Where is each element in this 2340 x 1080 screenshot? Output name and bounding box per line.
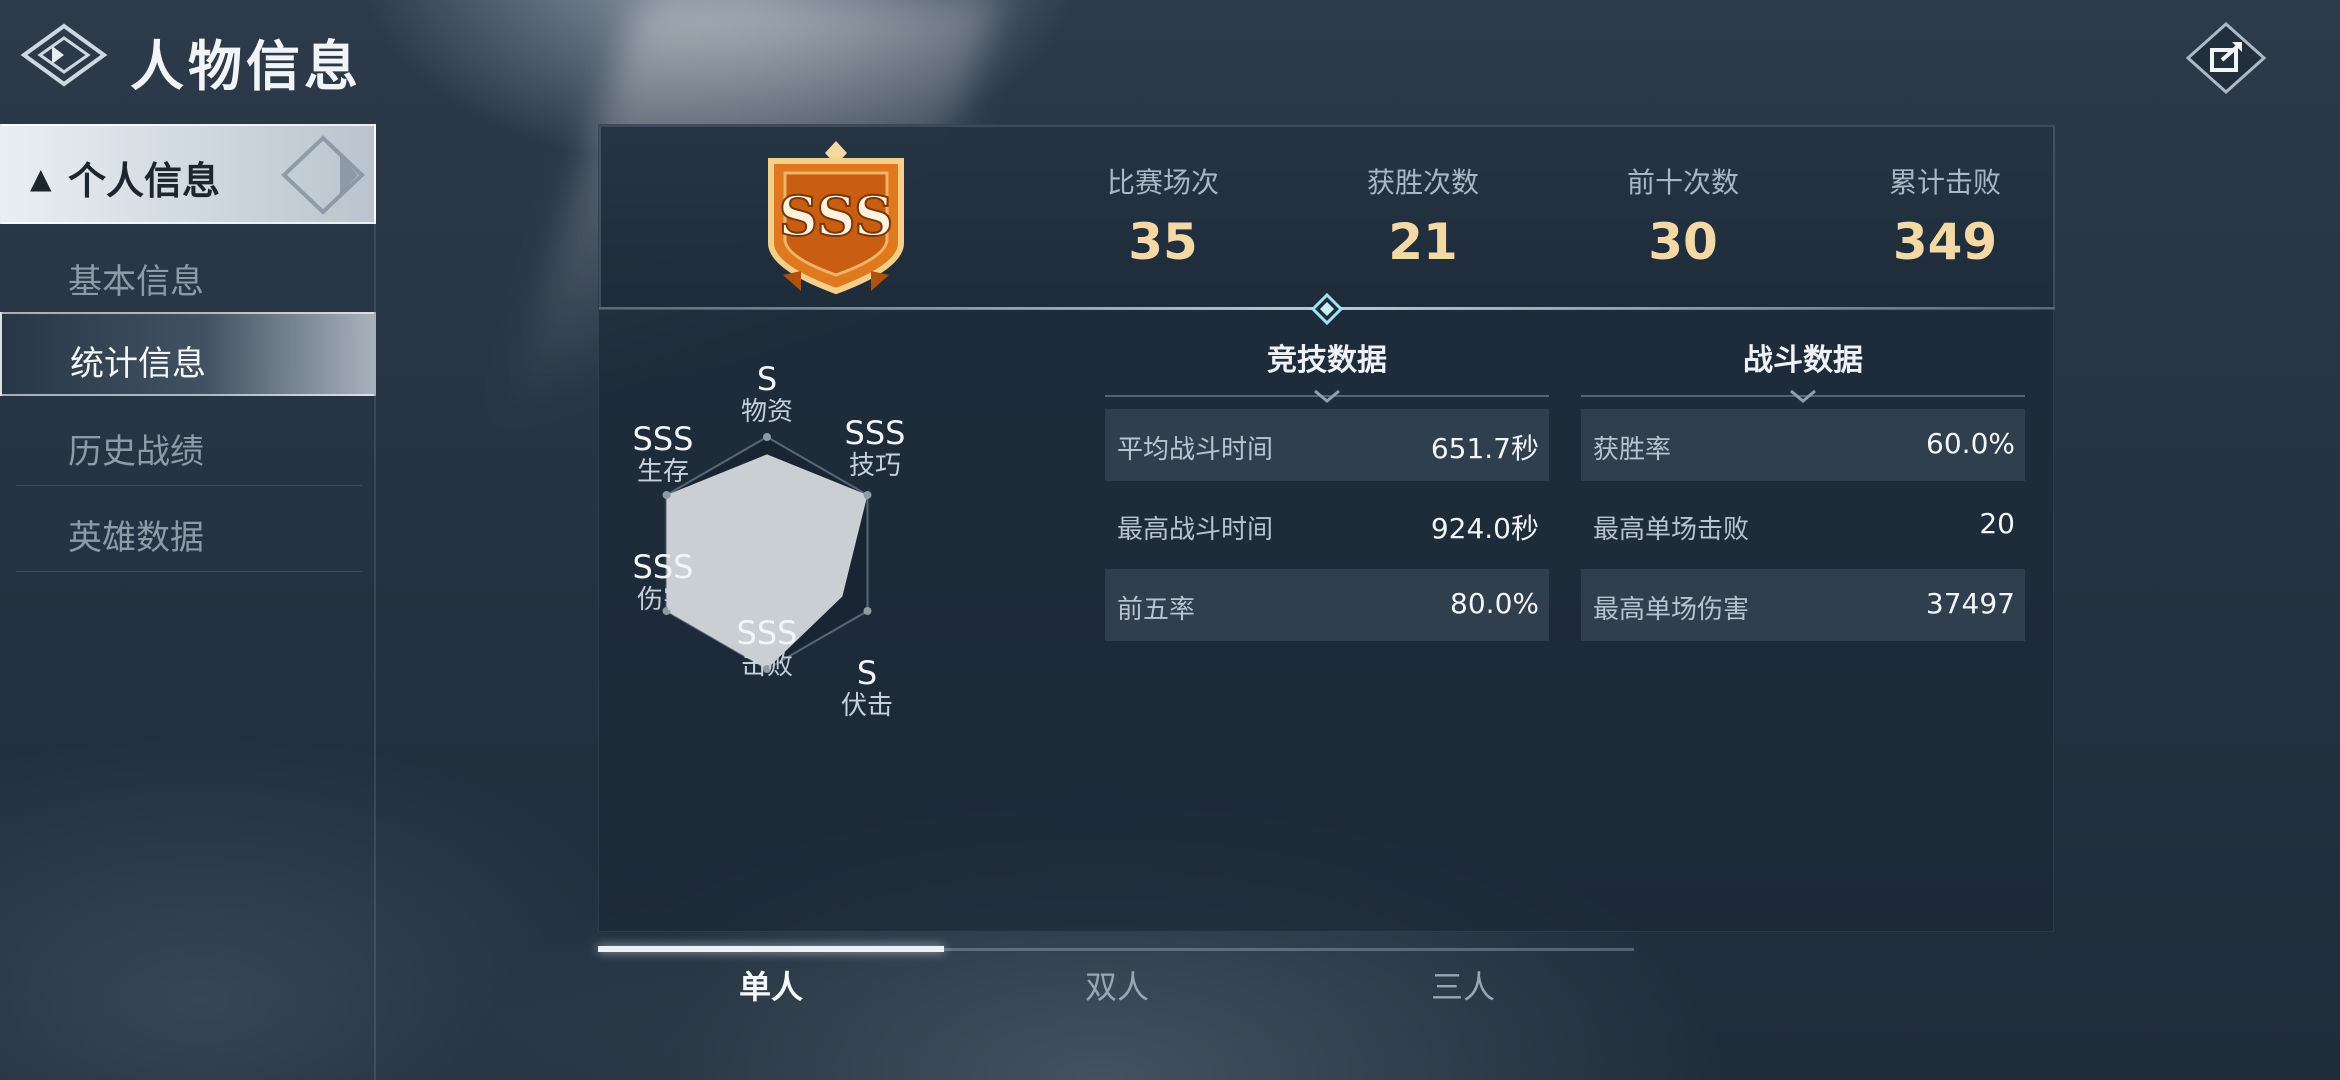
caret-up-icon: ▲ — [30, 162, 52, 195]
row-value: 80.0% — [1450, 587, 1539, 620]
radar-grade: SSS — [844, 414, 906, 452]
competitive-data-title: 竞技数据 — [1267, 343, 1387, 378]
radar-label-survival: SSS 生存 — [613, 423, 713, 485]
radar-name: 物资 — [740, 397, 793, 427]
table-row: 平均战斗时间 651.7秒 — [1105, 409, 1549, 481]
sidebar-item-hero-data[interactable]: 英雄数据 — [16, 488, 362, 572]
share-icon — [2185, 21, 2267, 95]
stat-value: 349 — [1892, 213, 1998, 271]
radar-grade: S — [756, 360, 778, 398]
radar-label-skill: SSS 技巧 — [825, 417, 925, 479]
row-label: 最高单场击败 — [1593, 515, 1750, 545]
row-value: 60.0% — [1926, 427, 2015, 460]
sidebar: ▲ 个人信息 基本信息 统计信息 历史战绩 英雄数据 — [0, 122, 376, 1080]
radar-grade: SSS — [736, 614, 798, 652]
row-value: 651.7秒 — [1430, 432, 1539, 465]
radar-name: 技巧 — [848, 451, 901, 481]
mode-tabs: 单人 双人 三人 — [598, 944, 1634, 1024]
tab-duo[interactable]: 双人 — [944, 962, 1290, 1008]
radar-vertex-dot — [662, 491, 671, 499]
table-row: 获胜率 60.0% — [1581, 409, 2025, 481]
row-value: 924.0秒 — [1430, 512, 1539, 545]
ability-radar: S 物资 SSS 技巧 S 伏击 SSS 击败 SSS 伤害 SSS 生存 — [633, 355, 1059, 795]
stat-top-ten: 前十次数 30 — [1573, 161, 1793, 271]
radar-vertex-dot — [763, 433, 771, 441]
stat-matches: 比赛场次 35 — [1053, 161, 1273, 271]
row-label: 前五率 — [1117, 595, 1196, 625]
tabs-active-indicator — [598, 946, 944, 952]
share-button[interactable] — [2184, 20, 2268, 96]
stat-value: 21 — [1388, 213, 1458, 271]
radar-label-defeat: SSS 击败 — [717, 617, 817, 679]
radar-vertex-dot — [863, 607, 872, 615]
combat-data-table: 战斗数据 获胜率 60.0% 最高单场击败 20 最高单场伤害 37497 — [1581, 335, 2025, 649]
back-diamond-icon — [20, 23, 108, 87]
sidebar-section-label: 个人信息 — [68, 159, 221, 203]
page-title: 人物信息 — [130, 35, 362, 98]
row-label: 最高战斗时间 — [1117, 515, 1274, 545]
radar-name: 生存 — [636, 457, 689, 487]
combat-data-title: 战斗数据 — [1743, 343, 1863, 378]
radar-grade: SSS — [632, 548, 694, 586]
radar-name: 击败 — [740, 651, 793, 681]
row-label: 最高单场伤害 — [1593, 595, 1750, 625]
sidebar-item-match-history[interactable]: 历史战绩 — [16, 402, 362, 486]
stats-panel: SSS 比赛场次 35 获胜次数 21 前十次数 30 累计击败 349 S 物… — [598, 124, 2055, 932]
rank-badge-icon: SSS — [768, 141, 904, 295]
radar-vertex-dot — [863, 491, 872, 499]
radar-label-damage: SSS 伤害 — [613, 551, 713, 613]
row-value: 20 — [1979, 507, 2015, 540]
tab-solo[interactable]: 单人 — [598, 962, 944, 1008]
radar-name: 伤害 — [636, 585, 689, 615]
stat-total-kills: 累计击败 349 — [1835, 161, 2055, 271]
header: 人物信息 — [0, 0, 2340, 120]
table-head-rule — [1105, 387, 1549, 409]
badge-text: SSS — [779, 184, 894, 248]
back-button[interactable] — [18, 20, 110, 90]
stat-label: 前十次数 — [1626, 166, 1739, 199]
row-value: 37497 — [1925, 587, 2015, 620]
sidebar-item-label: 历史战绩 — [68, 432, 204, 472]
sidebar-item-label: 统计信息 — [70, 344, 206, 384]
table-row: 最高单场击败 20 — [1581, 489, 2025, 561]
row-label: 获胜率 — [1593, 435, 1672, 465]
sidebar-item-stats-info[interactable]: 统计信息 — [0, 312, 376, 396]
diamond-gem-icon — [1311, 293, 1343, 325]
sidebar-item-basic-info[interactable]: 基本信息 — [16, 232, 362, 316]
stat-label: 比赛场次 — [1106, 166, 1219, 199]
table-row: 前五率 80.0% — [1105, 569, 1549, 641]
stat-value: 35 — [1128, 213, 1198, 271]
summary-bar: SSS 比赛场次 35 获胜次数 21 前十次数 30 累计击败 349 — [599, 125, 2055, 309]
radar-label-ambush: S 伏击 — [817, 657, 917, 719]
stat-wins: 获胜次数 21 — [1313, 161, 1533, 271]
row-label: 平均战斗时间 — [1117, 435, 1274, 465]
sidebar-section-personal-info[interactable]: ▲ 个人信息 — [0, 124, 376, 224]
radar-name: 伏击 — [840, 691, 893, 721]
sidebar-item-label: 基本信息 — [68, 262, 204, 302]
tab-trio[interactable]: 三人 — [1290, 962, 1636, 1008]
stat-value: 30 — [1648, 213, 1718, 271]
radar-label-supplies: S 物资 — [717, 363, 817, 425]
table-row: 最高单场伤害 37497 — [1581, 569, 2025, 641]
stat-label: 获胜次数 — [1366, 166, 1479, 199]
radar-grade: SSS — [632, 420, 694, 458]
chevron-down-icon — [1314, 389, 1340, 403]
table-head-rule — [1581, 387, 2025, 409]
table-row: 最高战斗时间 924.0秒 — [1105, 489, 1549, 561]
section-ornament-icon — [281, 135, 365, 215]
chevron-down-icon — [1790, 389, 1816, 403]
sidebar-item-label: 英雄数据 — [68, 518, 204, 558]
radar-grade: S — [856, 654, 878, 692]
stat-label: 累计击败 — [1888, 166, 2001, 199]
competitive-data-table: 竞技数据 平均战斗时间 651.7秒 最高战斗时间 924.0秒 前五率 80.… — [1105, 335, 1549, 649]
